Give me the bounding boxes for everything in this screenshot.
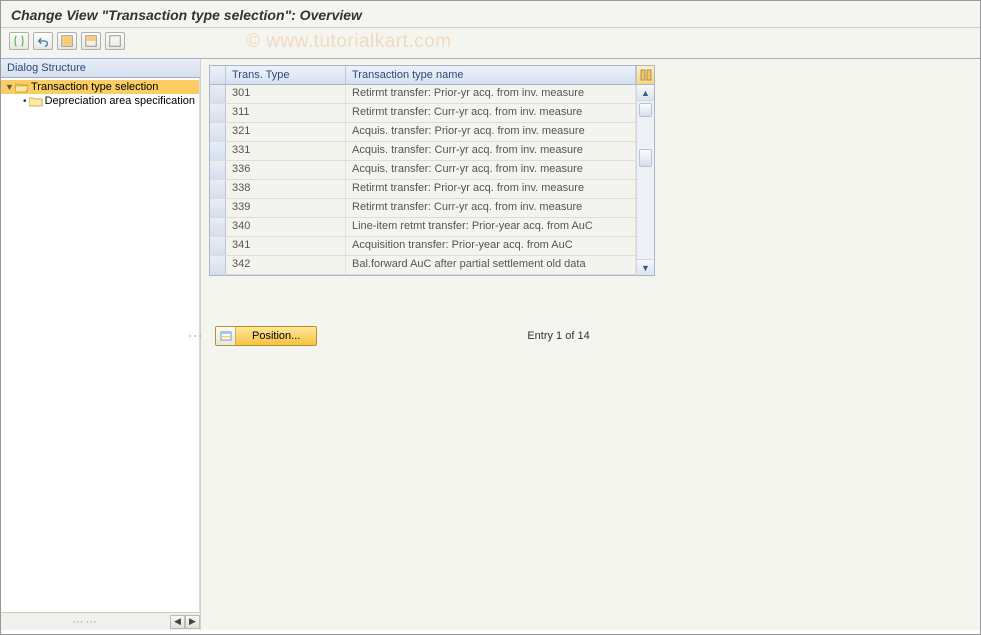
row-selector[interactable]: [210, 142, 226, 160]
folder-open-icon: [15, 82, 29, 93]
cell-trans-name[interactable]: Retirmt transfer: Prior-yr acq. from inv…: [346, 85, 636, 103]
table-row[interactable]: 342Bal.forward AuC after partial settlem…: [210, 256, 636, 275]
cell-trans-name[interactable]: Acquisition transfer: Prior-year acq. fr…: [346, 237, 636, 255]
scroll-up-button[interactable]: ▲: [637, 85, 654, 101]
cell-trans-type[interactable]: 321: [226, 123, 346, 141]
row-selector[interactable]: [210, 161, 226, 179]
select-all-button[interactable]: [57, 32, 77, 50]
sidebar-scroll-right-button[interactable]: ▶: [185, 615, 200, 629]
row-selector[interactable]: [210, 199, 226, 217]
configure-columns-button[interactable]: [636, 66, 654, 84]
select-block-button[interactable]: [81, 32, 101, 50]
cell-trans-type[interactable]: 342: [226, 256, 346, 274]
sidebar-resize-grip[interactable]: ⋯⋯: [1, 615, 170, 628]
deselect-all-button[interactable]: [105, 32, 125, 50]
cell-trans-type[interactable]: 339: [226, 199, 346, 217]
cell-trans-name[interactable]: Bal.forward AuC after partial settlement…: [346, 256, 636, 274]
cell-trans-name[interactable]: Line-item retmt transfer: Prior-year acq…: [346, 218, 636, 236]
table-row[interactable]: 341Acquisition transfer: Prior-year acq.…: [210, 237, 636, 256]
cell-trans-type[interactable]: 301: [226, 85, 346, 103]
cell-trans-type[interactable]: 331: [226, 142, 346, 160]
table-row[interactable]: 321Acquis. transfer: Prior-yr acq. from …: [210, 123, 636, 142]
sidebar-header: Dialog Structure: [1, 59, 200, 78]
page-title: Change View "Transaction type selection"…: [11, 7, 970, 23]
cell-trans-type[interactable]: 311: [226, 104, 346, 122]
cell-trans-name[interactable]: Retirmt transfer: Prior-yr acq. from inv…: [346, 180, 636, 198]
folder-closed-icon: [29, 96, 43, 107]
cell-trans-name[interactable]: Retirmt transfer: Curr-yr acq. from inv.…: [346, 104, 636, 122]
table-row[interactable]: 340Line-item retmt transfer: Prior-year …: [210, 218, 636, 237]
row-selector[interactable]: [210, 85, 226, 103]
column-header-trans-name[interactable]: Transaction type name: [346, 66, 636, 84]
scroll-thumb-top[interactable]: [639, 103, 652, 117]
select-all-rows-header[interactable]: [210, 66, 226, 84]
row-selector[interactable]: [210, 218, 226, 236]
sidebar-scroll-left-button[interactable]: ◀: [170, 615, 185, 629]
cell-trans-type[interactable]: 338: [226, 180, 346, 198]
grid-vertical-scrollbar[interactable]: ▲ ▼: [636, 85, 654, 275]
tree-item-label: Depreciation area specification: [45, 95, 195, 107]
table-row[interactable]: 301Retirmt transfer: Prior-yr acq. from …: [210, 85, 636, 104]
row-selector[interactable]: [210, 256, 226, 274]
tree-item-label: Transaction type selection: [31, 81, 158, 93]
dialog-structure-sidebar: Dialog Structure ▼ Transaction type sele…: [1, 59, 201, 630]
column-header-trans-type[interactable]: Trans. Type: [226, 66, 346, 84]
tree-bullet-icon: •: [23, 96, 27, 107]
entry-counter-label: Entry 1 of 14: [527, 330, 589, 342]
cell-trans-name[interactable]: Retirmt transfer: Curr-yr acq. from inv.…: [346, 199, 636, 217]
row-selector[interactable]: [210, 180, 226, 198]
row-selector[interactable]: [210, 123, 226, 141]
position-button-label: Position...: [252, 330, 300, 342]
table-row[interactable]: 339Retirmt transfer: Curr-yr acq. from i…: [210, 199, 636, 218]
toolbar: [1, 28, 980, 59]
position-button[interactable]: Position...: [215, 326, 317, 346]
cell-trans-type[interactable]: 340: [226, 218, 346, 236]
table-row[interactable]: 311Retirmt transfer: Curr-yr acq. from i…: [210, 104, 636, 123]
scroll-down-button[interactable]: ▼: [637, 259, 654, 275]
scroll-thumb[interactable]: [639, 149, 652, 167]
undo-button[interactable]: [33, 32, 53, 50]
expand-arrow-icon[interactable]: ▼: [5, 82, 13, 92]
cell-trans-type[interactable]: 336: [226, 161, 346, 179]
tree: ▼ Transaction type selection • Depreciat…: [1, 78, 200, 612]
tree-item-transaction-type-selection[interactable]: ▼ Transaction type selection: [1, 80, 199, 94]
cell-trans-name[interactable]: Acquis. transfer: Prior-yr acq. from inv…: [346, 123, 636, 141]
table-row[interactable]: 338Retirmt transfer: Prior-yr acq. from …: [210, 180, 636, 199]
cell-trans-name[interactable]: Acquis. transfer: Curr-yr acq. from inv.…: [346, 161, 636, 179]
table-row[interactable]: 331Acquis. transfer: Curr-yr acq. from i…: [210, 142, 636, 161]
transaction-type-grid: Trans. Type Transaction type name 301Ret…: [209, 65, 655, 276]
position-icon: [216, 327, 236, 345]
row-selector[interactable]: [210, 104, 226, 122]
cell-trans-type[interactable]: 341: [226, 237, 346, 255]
table-row[interactable]: 336Acquis. transfer: Curr-yr acq. from i…: [210, 161, 636, 180]
vertical-split-grip[interactable]: ⋮: [198, 329, 204, 351]
tree-item-depreciation-area[interactable]: • Depreciation area specification: [1, 94, 199, 108]
row-selector[interactable]: [210, 237, 226, 255]
cell-trans-name[interactable]: Acquis. transfer: Curr-yr acq. from inv.…: [346, 142, 636, 160]
toggle-display-change-button[interactable]: [9, 32, 29, 50]
